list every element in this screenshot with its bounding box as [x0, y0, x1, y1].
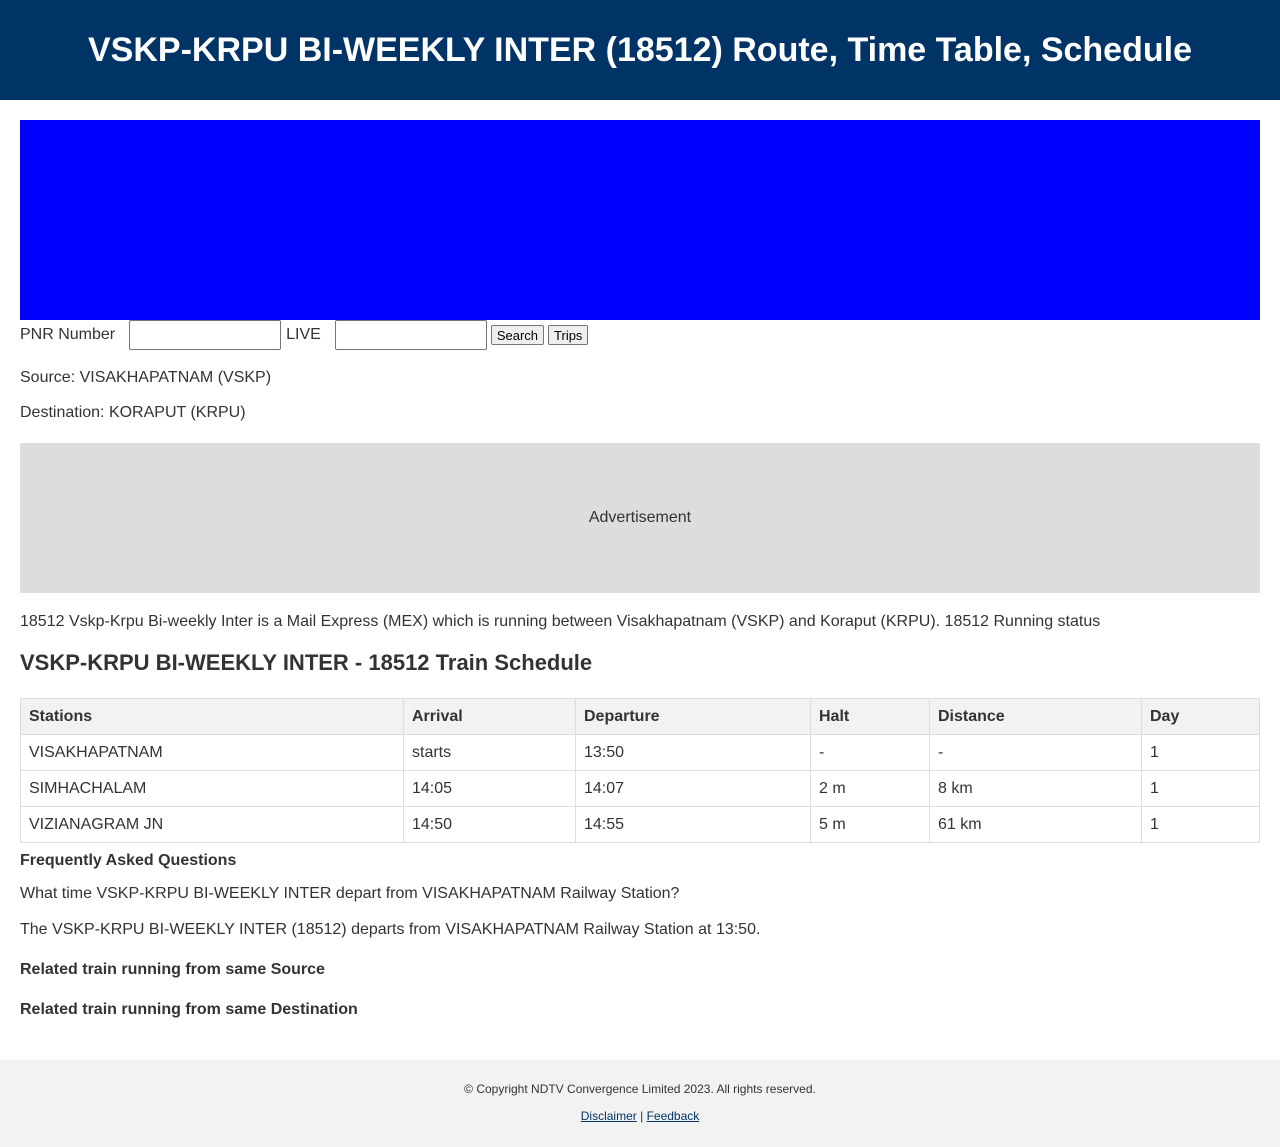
column-header-departure: Departure	[575, 698, 811, 735]
cell-departure: 14:07	[575, 770, 811, 807]
live-label: LIVE	[286, 326, 321, 343]
cell-station: SIMHACHALAM	[20, 770, 404, 807]
cell-day: 1	[1141, 734, 1260, 771]
cell-day: 1	[1141, 806, 1260, 843]
cell-arrival: 14:05	[403, 770, 576, 807]
cell-distance: -	[929, 734, 1142, 771]
footer-separator: |	[640, 1109, 644, 1123]
site-header: VSKP-KRPU BI-WEEKLY INTER (18512) Route,…	[0, 0, 1280, 100]
banner-ad[interactable]	[20, 120, 1260, 320]
cell-departure: 13:50	[575, 734, 811, 771]
table-row: VIZIANAGRAM JN 14:50 14:55 5 m 61 km 1	[20, 806, 1260, 843]
schedule-title: VSKP-KRPU BI-WEEKLY INTER - 18512 Train …	[20, 650, 593, 675]
train-description: 18512 Vskp-Krpu Bi-weekly Inter is a Mai…	[20, 613, 1101, 630]
cell-halt: 2 m	[810, 770, 930, 807]
cell-departure: 14:55	[575, 806, 811, 843]
cell-distance: 8 km	[929, 770, 1142, 807]
related-source-heading: Related train running from same Source	[20, 961, 325, 978]
footer-links: Disclaimer | Feedback	[0, 1109, 1280, 1123]
main-content: PNR Number LIVE Search Trips Source: VIS…	[20, 120, 1260, 1018]
table-header-row: Stations Arrival Departure Halt Distance…	[20, 698, 1260, 735]
disclaimer-link[interactable]: Disclaimer	[581, 1109, 637, 1123]
cell-distance: 61 km	[929, 806, 1142, 843]
schedule-table: Stations Arrival Departure Halt Distance…	[20, 698, 1260, 843]
pnr-search-form: PNR Number LIVE Search Trips	[20, 320, 1260, 350]
faq-title: Frequently Asked Questions	[20, 852, 237, 869]
cell-halt: 5 m	[810, 806, 930, 843]
column-header-day: Day	[1141, 698, 1260, 735]
cell-arrival: starts	[403, 734, 576, 771]
table-row: SIMHACHALAM 14:05 14:07 2 m 8 km 1	[20, 770, 1260, 807]
related-destination-heading: Related train running from same Destinat…	[20, 1001, 358, 1018]
site-footer: © Copyright NDTV Convergence Limited 202…	[0, 1060, 1280, 1147]
trips-button[interactable]: Trips	[548, 325, 589, 345]
cell-station: VIZIANAGRAM JN	[20, 806, 404, 843]
cell-day: 1	[1141, 770, 1260, 807]
cell-arrival: 14:50	[403, 806, 576, 843]
destination-station: Destination: KORAPUT (KRPU)	[20, 404, 246, 421]
search-button[interactable]: Search	[490, 325, 545, 345]
advertisement-label: Advertisement	[588, 509, 692, 526]
column-header-arrival: Arrival	[403, 698, 576, 735]
advertisement[interactable]: Advertisement	[20, 443, 1260, 593]
page-title: VSKP-KRPU BI-WEEKLY INTER (18512) Route,…	[88, 30, 1192, 69]
pnr-input[interactable]	[129, 320, 282, 350]
pnr-label: PNR Number	[20, 326, 116, 343]
faq-answer: The VSKP-KRPU BI-WEEKLY INTER (18512) de…	[20, 921, 761, 938]
table-row: VISAKHAPATNAM starts 13:50 - - 1	[20, 734, 1260, 771]
column-header-distance: Distance	[929, 698, 1142, 735]
live-input[interactable]	[334, 320, 487, 350]
source-station: Source: VISAKHAPATNAM (VSKP)	[20, 369, 272, 386]
column-header-halt: Halt	[810, 698, 930, 735]
cell-station: VISAKHAPATNAM	[20, 734, 404, 771]
copyright-text: © Copyright NDTV Convergence Limited 202…	[464, 1082, 816, 1096]
faq-question: What time VSKP-KRPU BI-WEEKLY INTER depa…	[20, 885, 680, 902]
feedback-link[interactable]: Feedback	[647, 1109, 700, 1123]
column-header-stations: Stations	[20, 698, 404, 735]
cell-halt: -	[810, 734, 930, 771]
